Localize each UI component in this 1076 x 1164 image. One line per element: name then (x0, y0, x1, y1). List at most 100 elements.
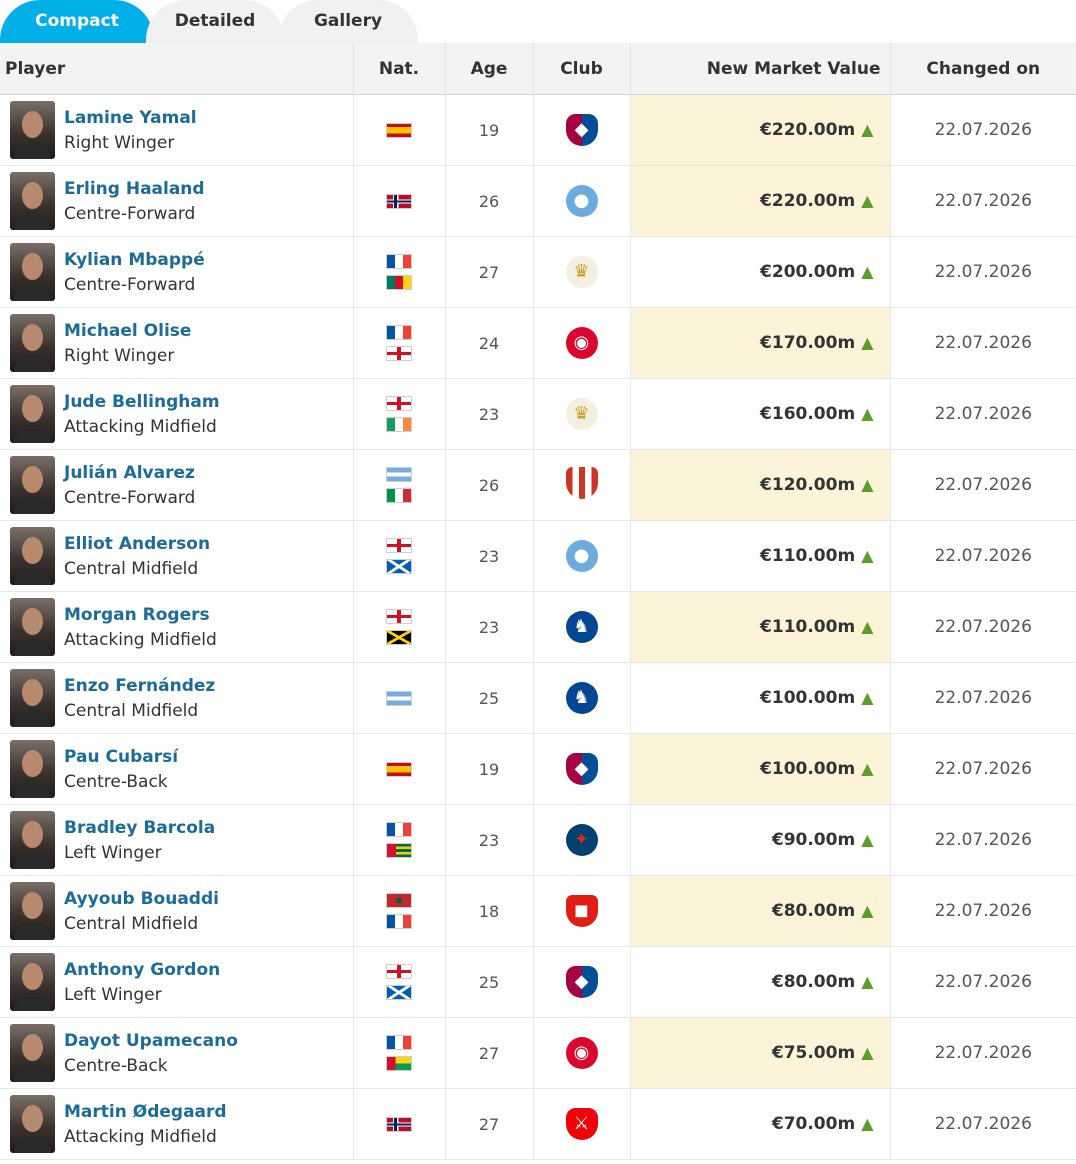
player-name-link[interactable]: Morgan Rogers (64, 605, 217, 625)
player-photo[interactable] (10, 669, 55, 727)
player-cell: Ayyoub Bouaddi Central Midfield (0, 875, 354, 947)
player-name-link[interactable]: Ayyoub Bouaddi (64, 889, 219, 909)
player-photo[interactable] (10, 243, 55, 301)
nationality-cell (353, 733, 446, 805)
club-crest-icon[interactable]: ♞ (565, 682, 598, 714)
player-name-link[interactable]: Jude Bellingham (64, 392, 220, 412)
nationality-cell (353, 378, 446, 450)
header-market-value[interactable]: New Market Value (630, 43, 891, 95)
player-cell: Erling Haaland Centre-Forward (0, 165, 354, 237)
club-crest-icon[interactable]: ● (565, 540, 598, 572)
player-photo[interactable] (10, 456, 55, 514)
player-name-link[interactable]: Martin Ødegaard (64, 1102, 227, 1122)
flag-england-icon (386, 346, 412, 361)
flag-cameroon-icon (386, 275, 412, 290)
club-cell: ◆ (533, 94, 631, 166)
player-cell: Elliot Anderson Central Midfield (0, 520, 354, 592)
player-photo[interactable] (10, 882, 55, 940)
nationality-cell (353, 1017, 446, 1089)
player-name-link[interactable]: Enzo Fernández (64, 676, 215, 696)
arrow-up-icon: ▲ (861, 404, 874, 423)
arrow-up-icon: ▲ (861, 1043, 874, 1062)
player-cell: Julián Alvarez Centre-Forward (0, 449, 354, 521)
flag-italy-icon (386, 488, 412, 503)
changed-on-cell: 22.07.2026 (890, 733, 1076, 805)
club-crest-icon[interactable] (565, 467, 598, 499)
arrow-up-icon: ▲ (861, 262, 874, 281)
nationality-cell (353, 662, 446, 734)
table-row: Lamine Yamal Right Winger 19 ◆ €220.00m ▲… (0, 94, 1076, 166)
player-name-link[interactable]: Julián Alvarez (64, 463, 195, 483)
market-value-cell: €100.00m ▲ (630, 662, 891, 734)
player-name-link[interactable]: Anthony Gordon (64, 960, 220, 980)
player-name-link[interactable]: Michael Olise (64, 321, 191, 341)
tab-compact[interactable]: Compact (0, 0, 154, 43)
club-crest-icon[interactable]: ♛ (565, 398, 598, 430)
tab-detailed[interactable]: Detailed (146, 0, 284, 43)
player-name-link[interactable]: Erling Haaland (64, 179, 205, 199)
club-crest-icon[interactable]: ◆ (565, 966, 598, 998)
club-crest-icon[interactable]: ♛ (565, 256, 598, 288)
club-crest-icon[interactable]: ◆ (565, 114, 598, 146)
table-row: Anthony Gordon Left Winger 25 ◆ €80.00m ▲… (0, 946, 1076, 1018)
flag-spain-icon (386, 122, 412, 138)
table-row: Bradley Barcola Left Winger 23 ✦ €90.00m… (0, 804, 1076, 876)
arrow-up-icon: ▲ (861, 972, 874, 991)
player-photo[interactable] (10, 1095, 55, 1153)
flag-argentina-icon (386, 467, 412, 482)
market-value-cell: €120.00m ▲ (630, 449, 891, 521)
header-nat[interactable]: Nat. (353, 43, 446, 95)
market-value: €80.00m (771, 901, 856, 921)
player-photo[interactable] (10, 527, 55, 585)
player-position: Central Midfield (64, 700, 199, 721)
table-row: Ayyoub Bouaddi Central Midfield 18 ◼ €80… (0, 875, 1076, 947)
player-position: Right Winger (64, 345, 175, 366)
player-photo[interactable] (10, 314, 55, 372)
tab-gallery[interactable]: Gallery (278, 0, 418, 43)
club-crest-icon[interactable]: ✦ (565, 824, 598, 856)
nationality-cell (353, 520, 446, 592)
market-value-table: Player Nat. Age Club New Market Value Ch… (0, 43, 1076, 1160)
player-photo[interactable] (10, 172, 55, 230)
flag-england-icon (386, 396, 412, 411)
player-photo[interactable] (10, 385, 55, 443)
player-photo[interactable] (10, 953, 55, 1011)
player-position: Attacking Midfield (64, 416, 217, 437)
player-name-link[interactable]: Bradley Barcola (64, 818, 215, 838)
club-crest-icon[interactable]: ◉ (565, 1037, 598, 1069)
club-cell: ◆ (533, 733, 631, 805)
club-crest-icon[interactable]: ♞ (565, 611, 598, 643)
flag-france-icon (386, 254, 412, 269)
nationality-cell (353, 94, 446, 166)
player-name-link[interactable]: Elliot Anderson (64, 534, 210, 554)
player-name-link[interactable]: Kylian Mbappé (64, 250, 205, 270)
flag-argentina-icon (386, 690, 412, 706)
player-name-link[interactable]: Pau Cubarsí (64, 747, 178, 767)
club-crest-icon[interactable]: ◉ (565, 327, 598, 359)
player-name-link[interactable]: Lamine Yamal (64, 108, 197, 128)
club-crest-icon[interactable]: ◼ (565, 895, 598, 927)
player-cell: Michael Olise Right Winger (0, 307, 354, 379)
club-cell: ◆ (533, 946, 631, 1018)
club-crest-icon[interactable]: ● (565, 185, 598, 217)
player-name-link[interactable]: Dayot Upamecano (64, 1031, 238, 1051)
club-cell: ● (533, 165, 631, 237)
header-club[interactable]: Club (533, 43, 631, 95)
player-cell: Jude Bellingham Attacking Midfield (0, 378, 354, 450)
player-photo[interactable] (10, 1024, 55, 1082)
changed-on-cell: 22.07.2026 (890, 875, 1076, 947)
table-row: Julián Alvarez Centre-Forward 26 €120.00… (0, 449, 1076, 521)
flag-norway-icon (386, 1116, 412, 1132)
age-cell: 27 (445, 236, 534, 308)
club-crest-icon[interactable]: ◆ (565, 753, 598, 785)
header-player[interactable]: Player (0, 43, 354, 95)
player-photo[interactable] (10, 740, 55, 798)
player-photo[interactable] (10, 811, 55, 869)
flag-france-icon (386, 822, 412, 837)
header-changed-on[interactable]: Changed on (890, 43, 1076, 95)
header-age[interactable]: Age (445, 43, 534, 95)
club-crest-icon[interactable]: ⚔ (565, 1108, 598, 1140)
player-photo[interactable] (10, 598, 55, 656)
player-photo[interactable] (10, 101, 55, 159)
market-value-cell: €170.00m ▲ (630, 307, 891, 379)
